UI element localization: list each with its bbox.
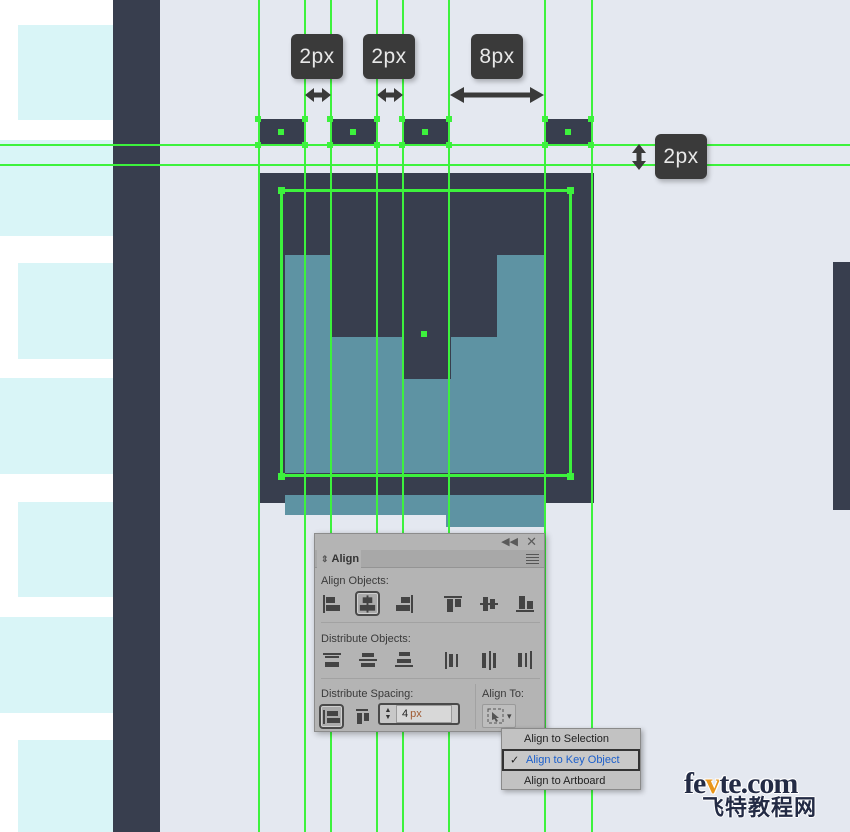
- rect-2-center-anchor[interactable]: [350, 129, 356, 135]
- mint-panel-6: [0, 617, 113, 713]
- selection-anchor-br[interactable]: [567, 473, 574, 480]
- tab-align[interactable]: ⇕ Align: [317, 550, 361, 568]
- mint-panel-5: [18, 502, 113, 597]
- panel-divider-vertical: [475, 684, 476, 729]
- selection-anchor-center[interactable]: [421, 331, 427, 337]
- screenshot-root: 2px 2px 8px 2px ◀◀ ✕ ⇕ Align Align Objec…: [0, 0, 850, 832]
- selection-anchor-bl[interactable]: [278, 473, 285, 480]
- measurement-label-3: 8px: [471, 34, 523, 79]
- vertical-guide-1: [258, 0, 260, 832]
- art-shape-bottom-bar-2: [446, 495, 544, 527]
- close-icon[interactable]: ✕: [526, 535, 537, 548]
- double-arrow-horizontal-icon-3: [448, 84, 546, 106]
- menu-item-align-to-artboard[interactable]: Align to Artboard: [502, 771, 640, 791]
- rect-1-center-anchor[interactable]: [278, 129, 284, 135]
- right-dark-bar: [833, 262, 850, 510]
- vertical-align-center-button[interactable]: [476, 591, 501, 616]
- horizontal-guide-2: [0, 164, 850, 166]
- double-arrow-horizontal-icon-1: [303, 85, 333, 105]
- horizontal-distribute-center-button[interactable]: [476, 647, 501, 672]
- check-icon: ✓: [510, 754, 520, 767]
- mint-panel-3: [18, 263, 113, 359]
- align-objects-buttons: [319, 591, 537, 616]
- horizontal-align-left-button[interactable]: [319, 591, 344, 616]
- menu-item-label: Align to Selection: [524, 733, 609, 745]
- align-to-label: Align To:: [482, 688, 524, 700]
- selection-anchor-tr[interactable]: [567, 187, 574, 194]
- menu-item-align-to-selection[interactable]: Align to Selection: [502, 729, 640, 749]
- double-arrow-horizontal-icon-2: [375, 85, 405, 105]
- vertical-distribute-center-button[interactable]: [355, 647, 380, 672]
- align-to-dropdown-menu[interactable]: Align to Selection ✓ Align to Key Object…: [501, 728, 641, 790]
- vertical-distribute-bottom-button[interactable]: [391, 647, 416, 672]
- collapse-double-chevron-icon[interactable]: ◀◀: [501, 536, 518, 548]
- mint-panel-1: [18, 25, 113, 120]
- mint-panel-7: [18, 740, 113, 832]
- mint-panel-4: [0, 378, 113, 474]
- menu-item-align-to-key-object[interactable]: ✓ Align to Key Object: [502, 749, 640, 771]
- spacing-value-input[interactable]: 4 px: [396, 705, 452, 723]
- measurement-label-2: 2px: [363, 34, 415, 79]
- mint-panel-2: [0, 140, 113, 236]
- selection-anchor-tl[interactable]: [278, 187, 285, 194]
- horizontal-distribute-left-button[interactable]: [440, 647, 465, 672]
- vertical-distribute-top-button[interactable]: [319, 647, 344, 672]
- horizontal-distribute-space-button[interactable]: [350, 704, 375, 729]
- spacing-value: 4: [402, 708, 409, 720]
- chevron-down-icon: ▾: [507, 710, 512, 721]
- vertical-guide-2: [304, 0, 306, 832]
- panel-title-bar[interactable]: ◀◀ ✕: [315, 534, 544, 550]
- vertical-align-top-button[interactable]: [440, 591, 465, 616]
- distribute-spacing-label: Distribute Spacing:: [321, 688, 414, 700]
- watermark-line-2: 飞特教程网: [702, 796, 818, 821]
- double-arrow-vertical-icon: [629, 142, 649, 172]
- horizontal-distribute-right-button[interactable]: [512, 647, 537, 672]
- horizontal-align-center-button[interactable]: [355, 591, 380, 616]
- distribute-spacing-field[interactable]: ▲ ▼ 4 px: [378, 703, 460, 725]
- vertical-align-bottom-button[interactable]: [512, 591, 537, 616]
- tab-align-label: Align: [331, 553, 360, 565]
- horizontal-align-right-button[interactable]: [391, 591, 416, 616]
- measurement-label-4: 2px: [655, 134, 707, 179]
- rect-3-center-anchor[interactable]: [422, 129, 428, 135]
- align-panel[interactable]: ◀◀ ✕ ⇕ Align Align Objects: Distribute O…: [314, 533, 545, 732]
- align-objects-label: Align Objects:: [321, 575, 389, 587]
- watermark-line-1: fevte.com: [684, 767, 798, 800]
- panel-tab-row: ⇕ Align: [315, 550, 544, 568]
- panel-divider-2: [321, 678, 540, 679]
- panel-menu-icon[interactable]: [526, 554, 539, 566]
- vertical-distribute-space-button[interactable]: [319, 704, 344, 729]
- measurement-label-1: 2px: [291, 34, 343, 79]
- left-dark-column: [113, 0, 160, 832]
- horizontal-guide-1: [0, 144, 850, 146]
- align-to-dropdown-button[interactable]: ▾: [482, 704, 516, 728]
- vertical-guide-8: [591, 0, 593, 832]
- tab-updown-icon: ⇕: [321, 553, 329, 564]
- menu-item-label: Align to Artboard: [524, 775, 606, 787]
- distribute-objects-buttons: [319, 647, 537, 672]
- spacing-unit: px: [410, 708, 422, 720]
- panel-divider-1: [321, 622, 540, 623]
- rect-4-center-anchor[interactable]: [565, 129, 571, 135]
- distribute-spacing-buttons: [319, 704, 375, 729]
- spinner-icon[interactable]: ▲ ▼: [380, 707, 396, 721]
- watermark: fevte.com 飞特教程网: [684, 769, 830, 824]
- key-object-icon: [487, 708, 504, 724]
- distribute-objects-label: Distribute Objects:: [321, 633, 411, 645]
- menu-item-label: Align to Key Object: [526, 754, 620, 766]
